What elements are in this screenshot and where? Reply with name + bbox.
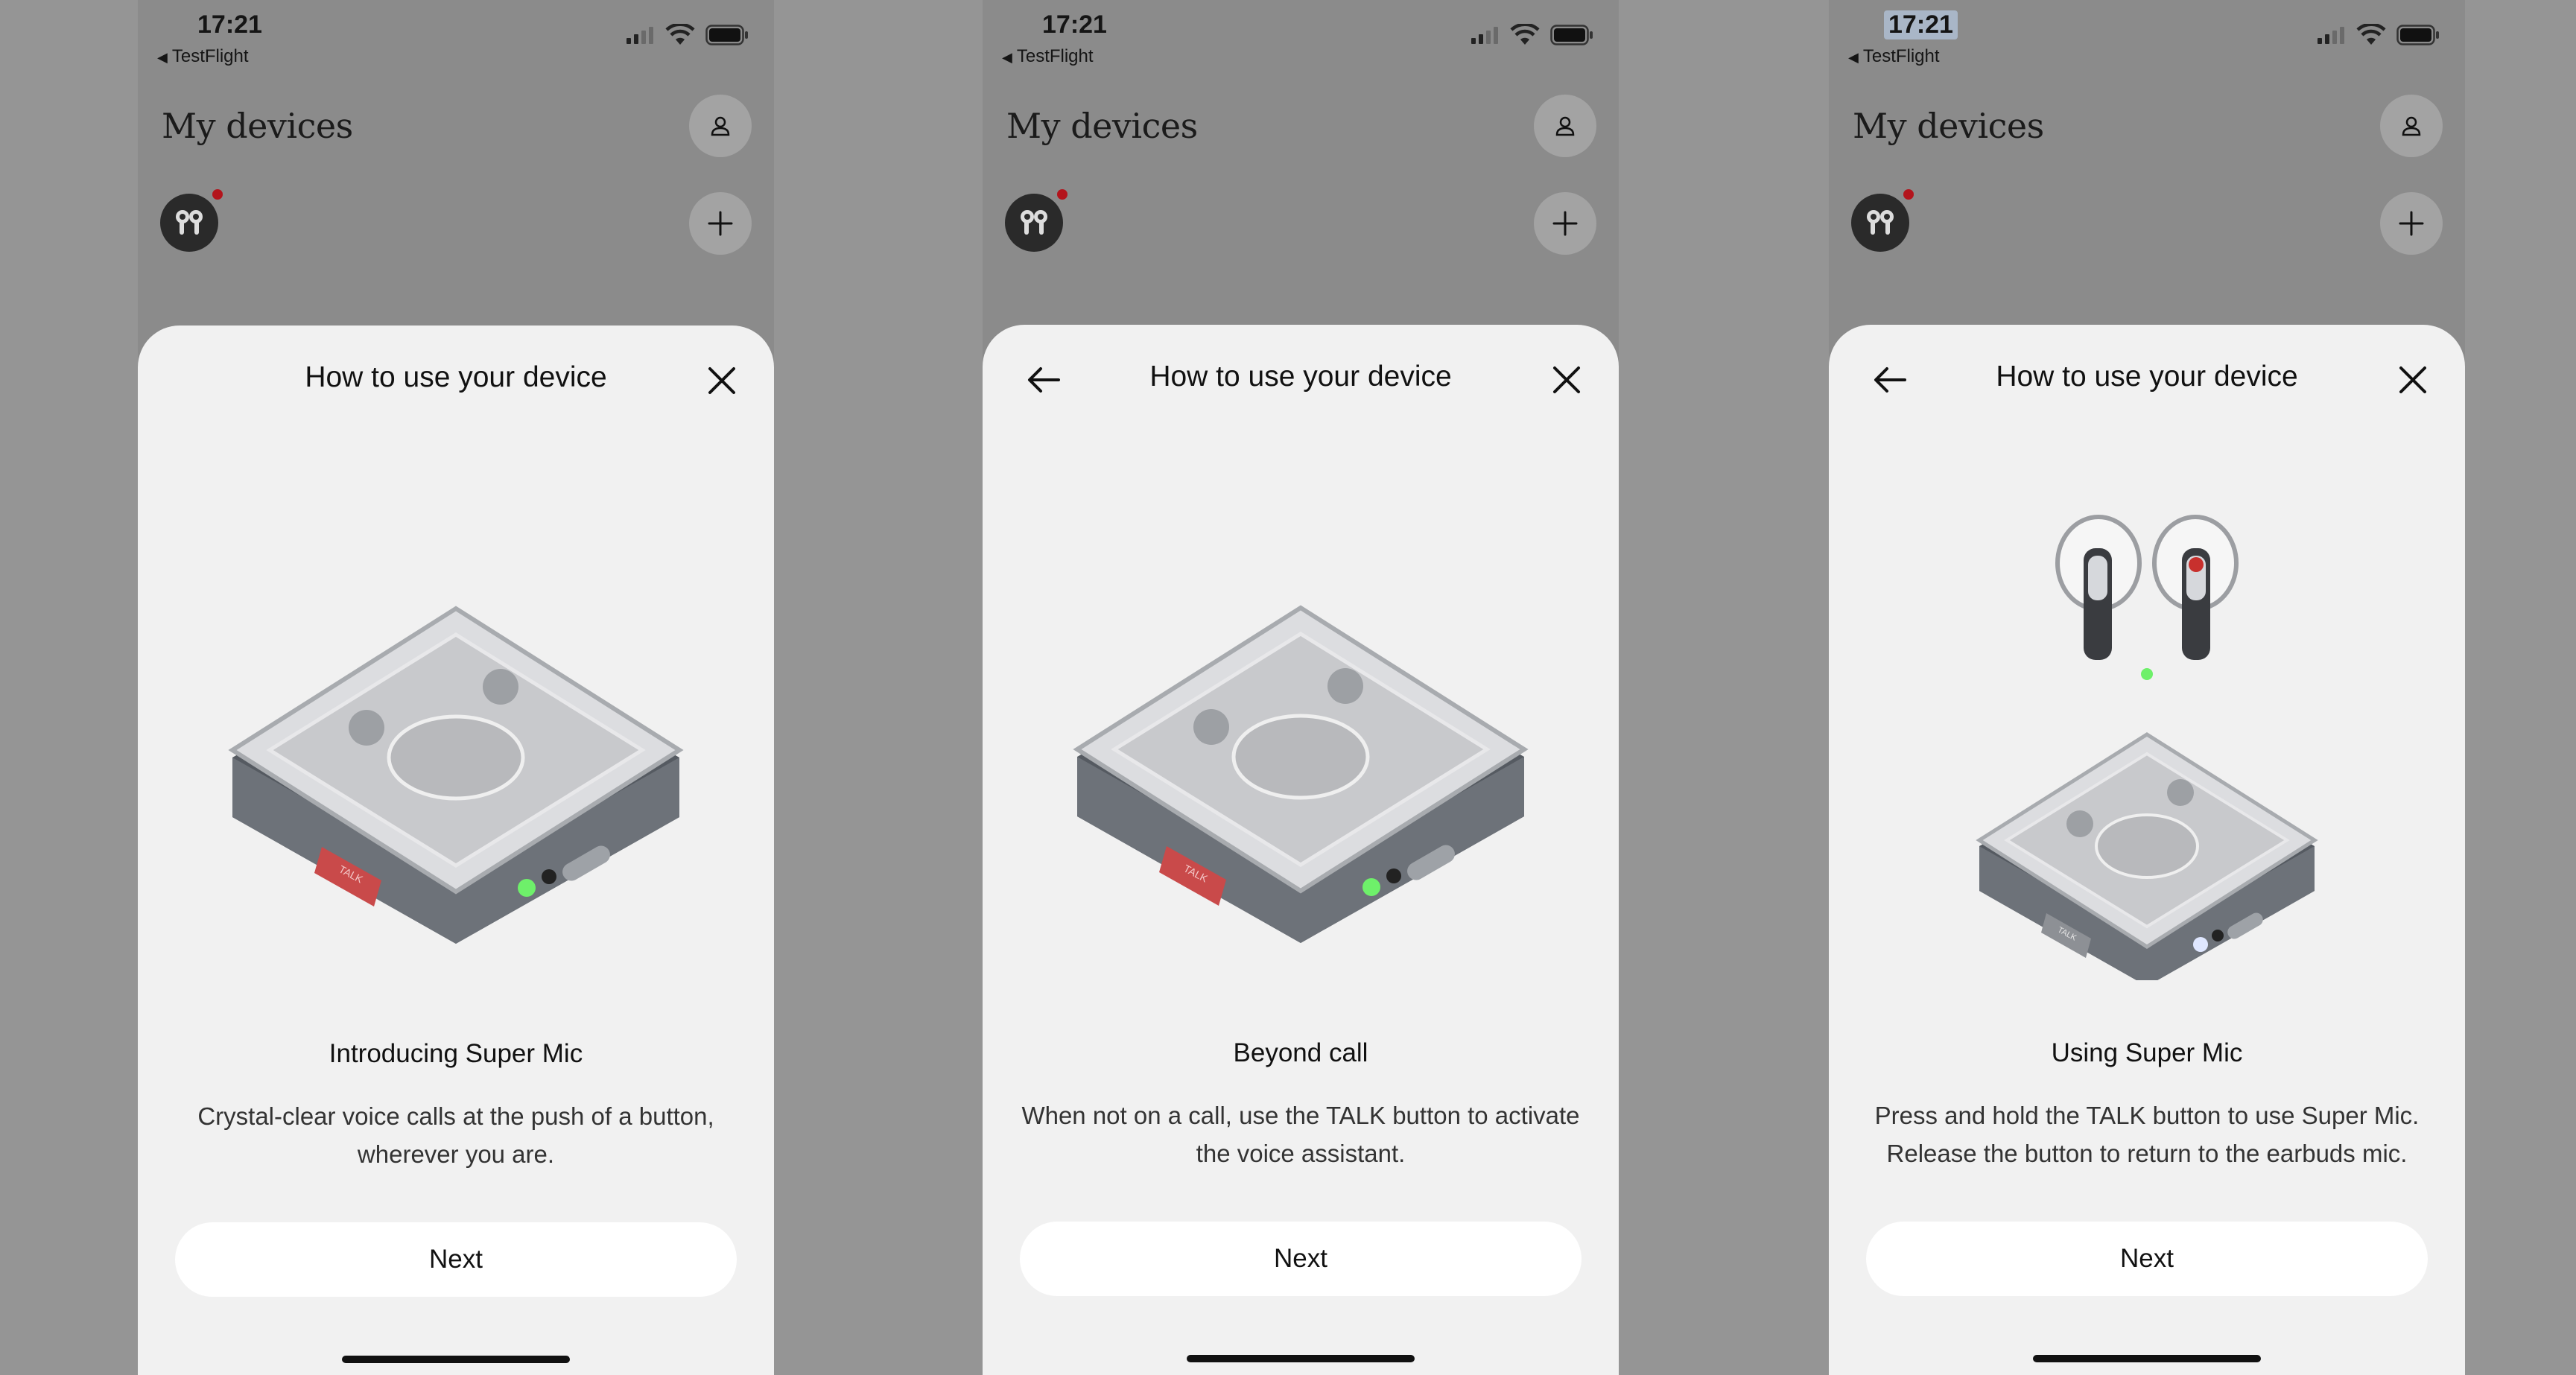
step-description-line-1: Press and hold the TALK button to use Su…	[1874, 1102, 2420, 1129]
back-to-app-link[interactable]: ◀ TestFlight	[1848, 46, 1940, 67]
add-device-button[interactable]	[1534, 192, 1596, 255]
cell-signal-icon	[626, 27, 653, 44]
step-description-line-2: Release the button to return to the earb…	[1886, 1140, 2408, 1167]
status-led	[518, 879, 536, 897]
page-title: My devices	[162, 106, 353, 146]
wifi-icon	[1510, 24, 1540, 45]
wifi-icon	[665, 24, 695, 45]
next-button[interactable]: Next	[175, 1222, 737, 1297]
home-indicator	[2033, 1355, 2261, 1362]
status-led	[2193, 937, 2208, 952]
close-icon[interactable]	[2392, 359, 2434, 401]
earbuds-icon	[176, 210, 203, 235]
earbuds-and-case-illustration: TALK	[1976, 515, 2318, 980]
step-description-line-1: When not on a call, use the TALK button …	[1021, 1102, 1580, 1129]
step-description-line-2: wherever you are.	[357, 1140, 555, 1168]
case-illustration: TALK	[228, 606, 684, 944]
profile-icon	[2402, 116, 2421, 136]
profile-icon	[711, 116, 730, 136]
step-description: Press and hold the TALK button to use Su…	[1866, 1096, 2428, 1172]
status-icons	[1470, 24, 1593, 46]
battery-icon	[705, 25, 748, 45]
notification-dot	[1903, 189, 1914, 200]
earbuds-icon	[1867, 210, 1894, 235]
sheet-title: How to use your device	[1149, 361, 1452, 393]
profile-button[interactable]	[2380, 95, 2443, 157]
device-avatar[interactable]	[1851, 194, 1909, 252]
page-title: My devices	[1006, 106, 1198, 146]
home-indicator	[1187, 1355, 1415, 1362]
notification-dot	[1057, 189, 1067, 200]
profile-icon	[1555, 116, 1575, 136]
step-title: Beyond call	[1233, 1038, 1368, 1067]
status-time: 17:21	[1884, 10, 1958, 39]
cell-signal-icon	[2318, 27, 2344, 44]
back-app-label: TestFlight	[171, 46, 249, 66]
pairing-led	[2141, 668, 2153, 680]
next-button[interactable]: Next	[1020, 1222, 1582, 1296]
status-led	[1362, 878, 1380, 896]
device-avatar[interactable]	[1005, 194, 1063, 252]
status-icons	[2316, 24, 2440, 46]
page-title: My devices	[1853, 106, 2044, 146]
add-device-button[interactable]	[689, 192, 752, 255]
back-to-app-link[interactable]: ◀ TestFlight	[157, 46, 249, 67]
notification-dot	[212, 189, 223, 200]
earbuds-icon	[1021, 210, 1047, 235]
step-title: Using Super Mic	[2051, 1038, 2243, 1067]
next-button[interactable]: Next	[1866, 1222, 2428, 1296]
sheet-title: How to use your device	[1996, 361, 2298, 393]
plus-icon	[708, 211, 733, 236]
step-description-line-1: Crystal-clear voice calls at the push of…	[197, 1102, 714, 1130]
add-device-button[interactable]	[2380, 192, 2443, 255]
close-icon[interactable]	[1546, 359, 1587, 401]
phone-screen-2: 17:21 ◀ TestFlight My devices How to use …	[983, 0, 1619, 1375]
sheet-title: How to use your device	[305, 361, 607, 393]
profile-button[interactable]	[689, 95, 752, 157]
back-app-label: TestFlight	[1862, 46, 1940, 66]
status-time: 17:21	[1042, 10, 1107, 39]
case-illustration: TALK	[1073, 605, 1529, 943]
profile-button[interactable]	[1534, 95, 1596, 157]
step-title: Introducing Super Mic	[329, 1039, 583, 1068]
battery-icon	[2396, 25, 2439, 45]
home-indicator	[342, 1356, 570, 1363]
phone-screen-3: 17:21 ◀ TestFlight My devices How to use …	[1829, 0, 2465, 1375]
wifi-icon	[2356, 24, 2386, 45]
step-description-line-2: the voice assistant.	[1196, 1140, 1406, 1167]
step-description: Crystal-clear voice calls at the push of…	[175, 1097, 737, 1173]
cell-signal-icon	[1471, 27, 1498, 44]
how-to-sheet: How to use your device TALK Beyond call …	[983, 325, 1619, 1375]
back-app-label: TestFlight	[1016, 46, 1094, 66]
close-icon[interactable]	[701, 360, 743, 401]
status-icons	[625, 24, 749, 46]
plus-icon	[2399, 211, 2424, 236]
how-to-sheet: How to use your device TALK Introducing …	[138, 326, 774, 1375]
status-time: 17:21	[197, 10, 262, 39]
battery-icon	[1550, 25, 1593, 45]
device-avatar[interactable]	[160, 194, 218, 252]
step-description: When not on a call, use the TALK button …	[1020, 1096, 1582, 1172]
phone-screen-1: 17:21 ◀ TestFlight My devices How to use …	[138, 0, 774, 1375]
plus-icon	[1552, 211, 1578, 236]
earbuds-image	[2055, 515, 2239, 680]
back-to-app-link[interactable]: ◀ TestFlight	[1002, 46, 1094, 67]
how-to-sheet: How to use your device TALK Using Super …	[1829, 325, 2465, 1375]
